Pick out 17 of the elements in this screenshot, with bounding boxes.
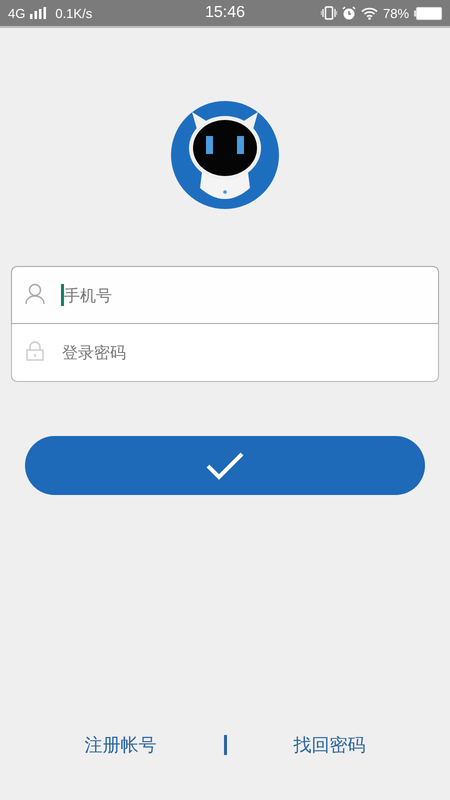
signal-icon [30,7,46,19]
network-type: 4G [8,6,26,20]
alarm-icon [342,6,356,20]
wifi-icon [360,6,378,20]
battery-percent: 78% [382,6,410,20]
battery-icon [414,6,442,20]
vibrate-icon [320,6,337,20]
network-speed: 0.1K/s [55,6,92,20]
phone-field[interactable]: 手机号 [11,266,439,324]
recover-password-link[interactable]: 找回密码 [244,733,414,757]
robot-logo-icon [170,100,280,210]
lock-icon [25,341,45,361]
clock-time: 15:46 [204,4,246,22]
checkmark-icon [206,452,244,480]
password-field[interactable]: 登录密码 [11,324,439,382]
person-icon [25,283,45,305]
register-link[interactable]: 注册帐号 [36,733,206,757]
